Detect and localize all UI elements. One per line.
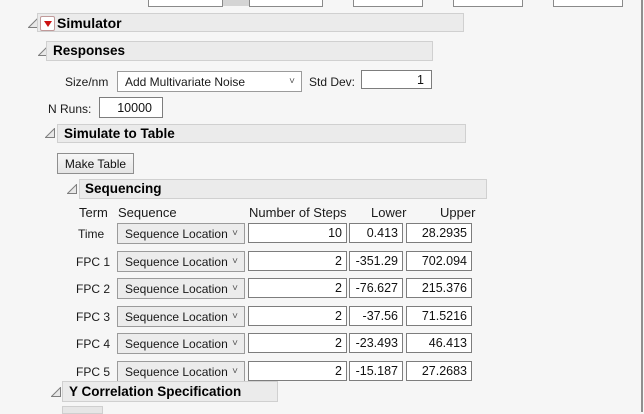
simulator-outline-header[interactable]: Simulator [37,13,464,32]
sequence-type-dropdown[interactable]: Sequence Location ˅ [117,223,245,244]
term-label: FPC 2 [76,282,110,296]
chevron-down-icon: ˅ [232,229,238,239]
upper-input[interactable] [406,278,472,298]
disclosure-triangle-icon[interactable] [51,387,61,397]
lower-input[interactable] [349,251,403,271]
partial-element-below [62,406,103,414]
term-label: Time [78,227,104,241]
disclosure-triangle-icon[interactable] [45,128,55,138]
lower-input[interactable] [349,306,403,326]
upper-input[interactable] [406,251,472,271]
sequence-type-dropdown[interactable]: Sequence Location ˅ [117,361,245,382]
red-triangle-menu-icon[interactable] [40,16,55,31]
upper-input[interactable] [406,306,472,326]
term-label: FPC 5 [76,365,110,379]
simulator-panel: { "icons": { "chevron_down": "˅", "red_m… [0,0,644,412]
noise-type-dropdown[interactable]: Add Multivariate Noise ˅ [117,71,302,92]
sequencing-title: Sequencing [85,182,162,196]
simulate-to-table-title: Simulate to Table [64,127,175,141]
noise-type-value: Add Multivariate Noise [125,75,245,89]
upper-input[interactable] [406,223,472,243]
col-header-upper: Upper [440,205,475,220]
steps-input[interactable] [248,278,347,298]
chevron-down-icon: ˅ [232,257,238,267]
sequence-type-value: Sequence Location [125,282,228,296]
simulator-title: Simulator [57,16,122,30]
partial-input-box[interactable] [353,0,423,7]
partial-selected-cell[interactable] [223,0,249,6]
steps-input[interactable] [248,223,347,243]
y-correlation-title: Y Correlation Specification [69,385,241,399]
chevron-down-icon: ˅ [232,339,238,349]
sequence-type-value: Sequence Location [125,255,228,269]
n-runs-input[interactable] [99,97,163,118]
sequence-type-value: Sequence Location [125,310,228,324]
steps-input[interactable] [248,306,347,326]
y-correlation-outline-header[interactable]: Y Correlation Specification [62,381,278,402]
upper-input[interactable] [406,361,472,381]
sequence-type-value: Sequence Location [125,365,228,379]
sequence-type-value: Sequence Location [125,227,228,241]
sequencing-outline-header[interactable]: Sequencing [79,179,487,199]
upper-input[interactable] [406,333,472,353]
window-right-border [641,0,643,412]
chevron-down-icon: ˅ [289,77,295,87]
lower-input[interactable] [349,278,403,298]
responses-outline-header[interactable]: Responses [46,41,433,61]
std-dev-input[interactable] [361,70,432,89]
sequence-type-value: Sequence Location [125,337,228,351]
term-label: FPC 3 [76,310,110,324]
partial-input-box[interactable] [249,0,323,7]
steps-input[interactable] [248,333,347,353]
col-header-sequence: Sequence [118,205,177,220]
steps-input[interactable] [248,251,347,271]
std-dev-label: Std Dev: [309,75,355,89]
lower-input[interactable] [349,223,403,243]
responses-title: Responses [53,44,125,58]
make-table-button[interactable]: Make Table [57,153,134,174]
steps-input[interactable] [248,361,347,381]
term-label: FPC 4 [76,337,110,351]
chevron-down-icon: ˅ [232,284,238,294]
partial-input-box[interactable] [553,0,623,7]
chevron-down-icon: ˅ [232,312,238,322]
simulate-to-table-outline-header[interactable]: Simulate to Table [57,124,466,143]
partial-input-box[interactable] [148,0,223,7]
sequence-type-dropdown[interactable]: Sequence Location ˅ [117,278,245,299]
n-runs-label: N Runs: [48,102,91,116]
col-header-term: Term [79,205,108,220]
size-nm-label: Size/nm [65,75,108,89]
sequence-type-dropdown[interactable]: Sequence Location ˅ [117,306,245,327]
lower-input[interactable] [349,361,403,381]
col-header-lower: Lower [371,205,406,220]
red-triangle-glyph [44,21,52,27]
term-label: FPC 1 [76,255,110,269]
col-header-steps: Number of Steps [249,205,347,220]
chevron-down-icon: ˅ [232,367,238,377]
sequence-type-dropdown[interactable]: Sequence Location ˅ [117,333,245,354]
sequence-type-dropdown[interactable]: Sequence Location ˅ [117,251,245,272]
disclosure-triangle-icon[interactable] [67,184,77,194]
lower-input[interactable] [349,333,403,353]
partial-input-box[interactable] [453,0,523,7]
